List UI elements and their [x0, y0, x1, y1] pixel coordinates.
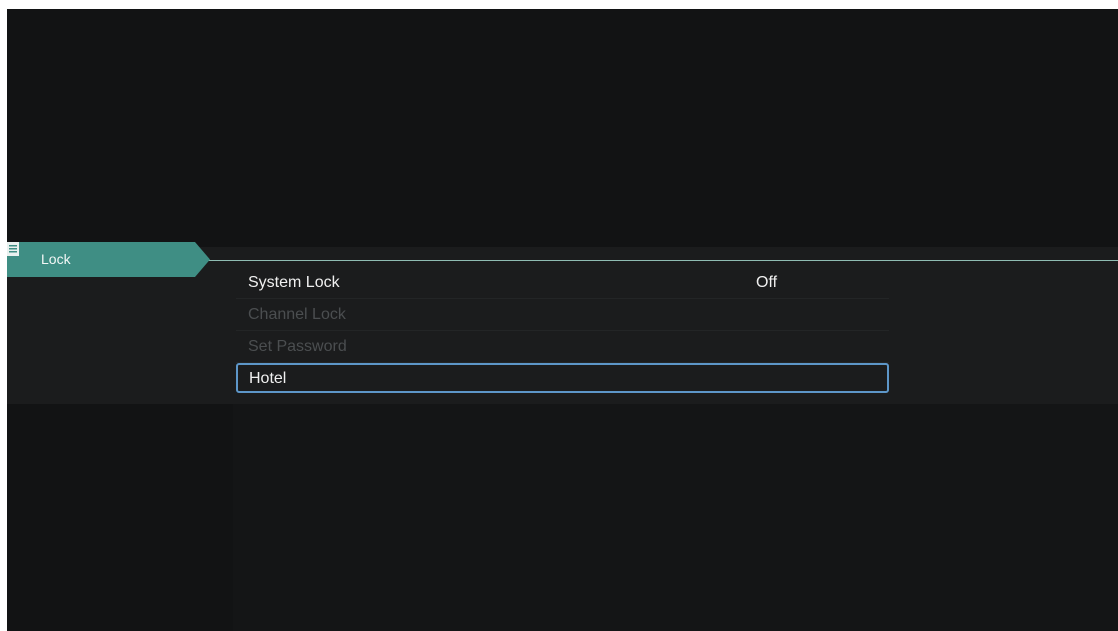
menu-item-label: Channel Lock	[248, 306, 346, 323]
menu-item-hotel[interactable]: Hotel	[236, 363, 889, 393]
menu-item-label: Set Password	[248, 338, 347, 355]
tab-underline	[197, 260, 1118, 261]
list-icon	[7, 242, 19, 256]
menu-item-set-password: Set Password	[236, 331, 889, 363]
tab-lock[interactable]: Lock	[7, 242, 210, 277]
menu-item-system-lock[interactable]: System Lock Off	[236, 267, 889, 299]
menu-item-channel-lock: Channel Lock	[236, 299, 889, 331]
menu-item-label: System Lock	[248, 274, 340, 291]
menu-item-label: Hotel	[249, 370, 287, 387]
tab-label: Lock	[41, 251, 71, 267]
tv-screen: Lock System Lock Off Channel Lock Set Pa…	[7, 9, 1118, 631]
tab-background	[7, 242, 210, 277]
lock-menu-list: System Lock Off Channel Lock Set Passwor…	[236, 267, 889, 393]
menu-item-value: Off	[756, 274, 778, 291]
content-column	[233, 404, 1118, 631]
